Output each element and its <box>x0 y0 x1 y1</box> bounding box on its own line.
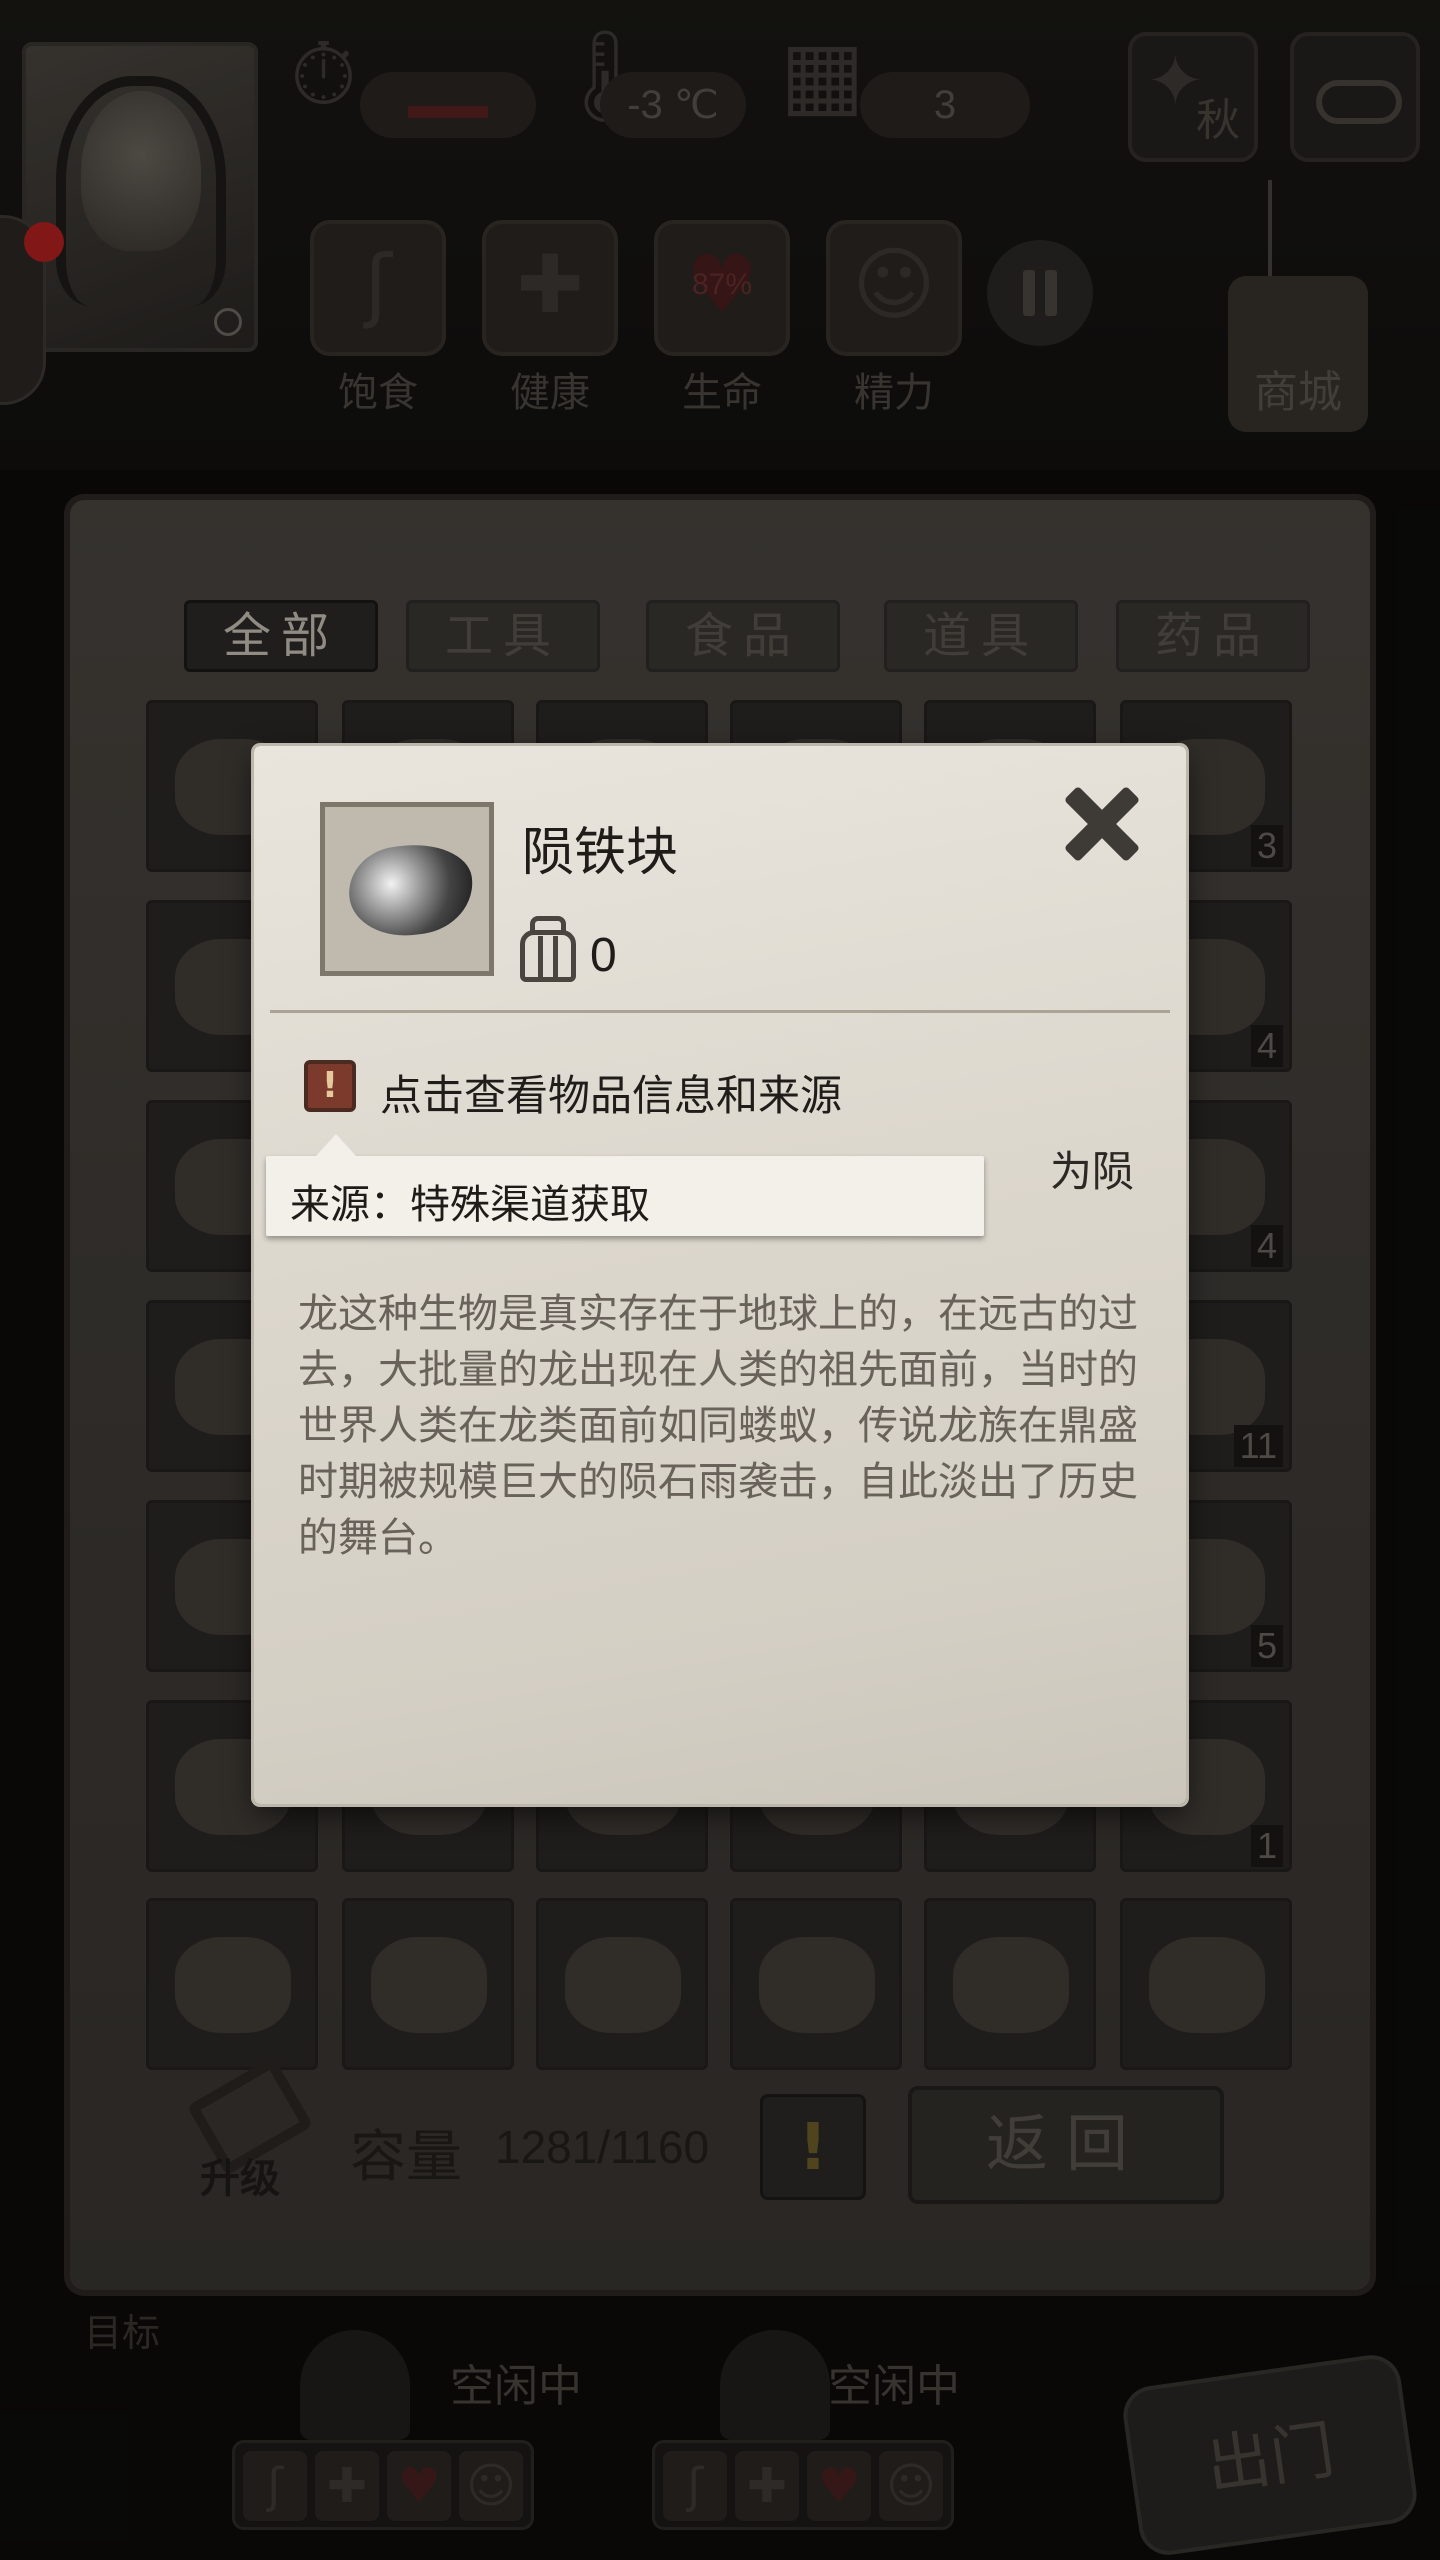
bag-icon <box>516 914 580 984</box>
info-hint[interactable]: 点击查看物品信息和来源 <box>380 1062 842 1123</box>
info-icon[interactable]: ! <box>304 1060 356 1112</box>
item-detail-dialog: 陨铁块 0 ! 点击查看物品信息和来源 为陨 龙这种生物是真实存在于地球上的，在… <box>254 746 1186 1822</box>
owned-count: 0 <box>590 929 617 982</box>
source-tooltip: 来源：特殊渠道获取 <box>266 1134 984 1236</box>
item-name: 陨铁块 <box>522 823 679 883</box>
source-text: 来源：特殊渠道获取 <box>290 1182 650 1228</box>
item-thumbnail <box>320 802 494 976</box>
meteorite-icon <box>343 836 479 944</box>
item-lore: 龙这种生物是真实存在于地球上的，在远古的过去，大批量的龙出现在人类的祖先面前，当… <box>298 1291 1138 1561</box>
description-tail: 为陨 <box>1049 1147 1134 1196</box>
close-button[interactable] <box>1054 776 1150 872</box>
divider <box>270 1010 1170 1013</box>
